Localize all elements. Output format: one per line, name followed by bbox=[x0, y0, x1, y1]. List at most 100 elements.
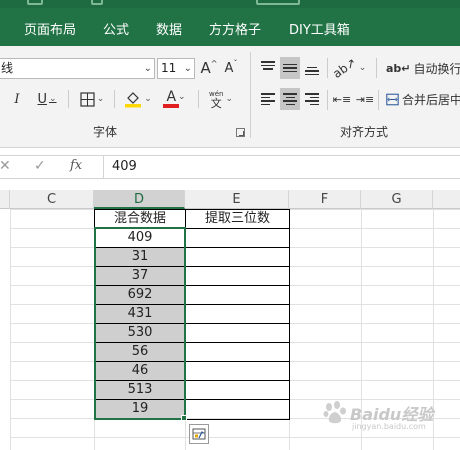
divider bbox=[198, 90, 199, 108]
phonetic-button[interactable]: wén 文 ⌄ bbox=[204, 88, 238, 110]
shrink-font-button[interactable]: Aˇ bbox=[222, 57, 240, 79]
divider bbox=[114, 90, 115, 108]
align-center-icon bbox=[283, 93, 297, 105]
cell-e-empty[interactable] bbox=[186, 362, 289, 380]
column-header-f[interactable]: F bbox=[289, 190, 361, 209]
cell-e-empty[interactable] bbox=[186, 400, 289, 418]
font-color-button[interactable]: A ⌄ bbox=[160, 88, 192, 110]
watermark-subtext: jingyan.baidu.com bbox=[352, 422, 426, 431]
align-left-button[interactable] bbox=[258, 88, 278, 110]
italic-button[interactable]: I bbox=[10, 88, 24, 110]
cell-e-empty[interactable] bbox=[186, 343, 289, 361]
cell-d-value[interactable]: 431 bbox=[96, 305, 184, 323]
column-header-c[interactable]: C bbox=[10, 190, 94, 209]
increase-indent-button[interactable]: ⇥≡ bbox=[355, 88, 375, 110]
underline-label: U bbox=[37, 91, 47, 107]
font-dialog-launcher[interactable] bbox=[236, 128, 245, 137]
merge-center-button[interactable]: 合并后居中 bbox=[386, 88, 460, 110]
tab-diy-toolbox[interactable]: DIY工具箱 bbox=[289, 19, 350, 38]
column-header-h-partial[interactable] bbox=[433, 190, 460, 209]
font-size-select[interactable]: 11 ⌄ bbox=[157, 58, 195, 79]
cell-d-value[interactable]: 31 bbox=[96, 248, 184, 266]
cell-e-empty[interactable] bbox=[186, 324, 289, 342]
title-bar bbox=[0, 0, 460, 8]
column-header-e[interactable]: E bbox=[185, 190, 289, 209]
formula-input[interactable]: 409 bbox=[103, 156, 460, 178]
fill-color-icon bbox=[125, 92, 142, 108]
formula-bar: ✕ ✓ fx 409 bbox=[0, 155, 460, 179]
gridline bbox=[10, 437, 460, 438]
align-top-icon bbox=[261, 61, 275, 75]
cell-d-header[interactable]: 混合数据 bbox=[95, 210, 185, 228]
quick-analysis-button[interactable] bbox=[189, 424, 209, 444]
column-header-g[interactable]: G bbox=[361, 190, 433, 209]
fill-color-button[interactable]: ⌄ bbox=[122, 88, 154, 110]
cell-d-value[interactable]: 19 bbox=[96, 400, 184, 418]
align-top-button[interactable] bbox=[258, 57, 278, 79]
back-icon[interactable] bbox=[27, 0, 43, 5]
grow-font-button[interactable]: A ^ bbox=[200, 57, 218, 79]
cell-e-empty[interactable] bbox=[186, 381, 289, 399]
cell-e-empty[interactable] bbox=[186, 305, 289, 323]
up-caret-icon: ^ bbox=[210, 59, 218, 68]
decrease-indent-icon: ⇤≡ bbox=[332, 92, 352, 106]
increase-indent-icon: ⇥≡ bbox=[355, 92, 375, 106]
align-bottom-icon bbox=[305, 61, 319, 75]
borders-button[interactable]: ⌄ bbox=[76, 88, 108, 110]
tab-formulas[interactable]: 公式 bbox=[103, 19, 129, 38]
italic-label: I bbox=[14, 91, 20, 107]
cell-d-value[interactable]: 530 bbox=[96, 324, 184, 342]
ribbon: 线 ⌄ 11 ⌄ A ^ Aˇ I U ⌄ ⌄ ⌄ A ⌄ wén 文 ⌄ 字体… bbox=[0, 46, 460, 148]
align-center-button[interactable] bbox=[280, 88, 300, 110]
fill-handle[interactable] bbox=[181, 415, 187, 421]
underline-button[interactable]: U ⌄ bbox=[32, 88, 62, 110]
cell-d-value[interactable]: 46 bbox=[96, 362, 184, 380]
cell-d-value[interactable]: 513 bbox=[96, 381, 184, 399]
active-cell[interactable]: 409 bbox=[96, 229, 184, 247]
align-right-button[interactable] bbox=[302, 88, 322, 110]
enter-icon[interactable]: ✓ bbox=[34, 158, 46, 174]
ribbon-tab-bar: 页面布局 公式 数据 方方格子 DIY工具箱 bbox=[0, 8, 460, 46]
tab-page-layout[interactable]: 页面布局 bbox=[24, 19, 76, 38]
cell-d-value[interactable]: 56 bbox=[96, 343, 184, 361]
align-left-icon bbox=[261, 93, 275, 105]
cell-e-empty[interactable] bbox=[186, 248, 289, 266]
cell-e-empty[interactable] bbox=[186, 229, 289, 247]
wrap-text-label: 自动换行 bbox=[413, 61, 460, 76]
grow-font-label: A bbox=[200, 59, 211, 77]
chevron-down-icon: ⌄ bbox=[225, 94, 233, 104]
font-name-value: 线 bbox=[1, 61, 14, 75]
cell-e-header[interactable]: 提取三位数 bbox=[186, 210, 289, 228]
font-group-label: 字体 bbox=[93, 125, 118, 139]
cell-d-value[interactable]: 37 bbox=[96, 267, 184, 285]
font-name-select[interactable]: 线 ⌄ bbox=[0, 58, 155, 79]
borders-icon bbox=[80, 91, 95, 107]
align-middle-icon bbox=[283, 63, 297, 73]
orientation-button[interactable]: ab↗ ⌄ bbox=[329, 55, 366, 81]
cell-e-empty[interactable] bbox=[186, 286, 289, 304]
insert-function-button[interactable]: fx bbox=[70, 158, 82, 173]
merge-center-icon bbox=[386, 93, 399, 105]
phonetic-bottom: 文 bbox=[210, 97, 222, 110]
orientation-icon: ab↗ bbox=[329, 55, 359, 81]
divider bbox=[376, 58, 377, 78]
save-icon[interactable] bbox=[91, 0, 103, 5]
wrap-text-icon: ab↵ bbox=[386, 61, 411, 75]
cell-d-value[interactable]: 692 bbox=[96, 286, 184, 304]
font-color-swatch bbox=[163, 104, 179, 108]
tab-fangfang[interactable]: 方方格子 bbox=[209, 19, 261, 38]
chevron-down-icon: ⌄ bbox=[178, 92, 186, 103]
decrease-indent-button[interactable]: ⇤≡ bbox=[332, 88, 352, 110]
cell-e-empty[interactable] bbox=[186, 267, 289, 285]
align-right-icon bbox=[305, 93, 319, 105]
wrap-text-button[interactable]: ab↵ 自动换行 bbox=[386, 57, 460, 79]
tab-data[interactable]: 数据 bbox=[156, 19, 182, 38]
align-middle-button[interactable] bbox=[280, 57, 300, 79]
cancel-icon[interactable]: ✕ bbox=[0, 158, 11, 174]
column-header-d[interactable]: D bbox=[94, 190, 185, 209]
align-bottom-button[interactable] bbox=[302, 57, 322, 79]
gridline bbox=[289, 209, 290, 450]
group-divider bbox=[250, 52, 251, 138]
window-title-fragment bbox=[256, 0, 300, 5]
chevron-down-icon: ⌄ bbox=[143, 63, 152, 74]
